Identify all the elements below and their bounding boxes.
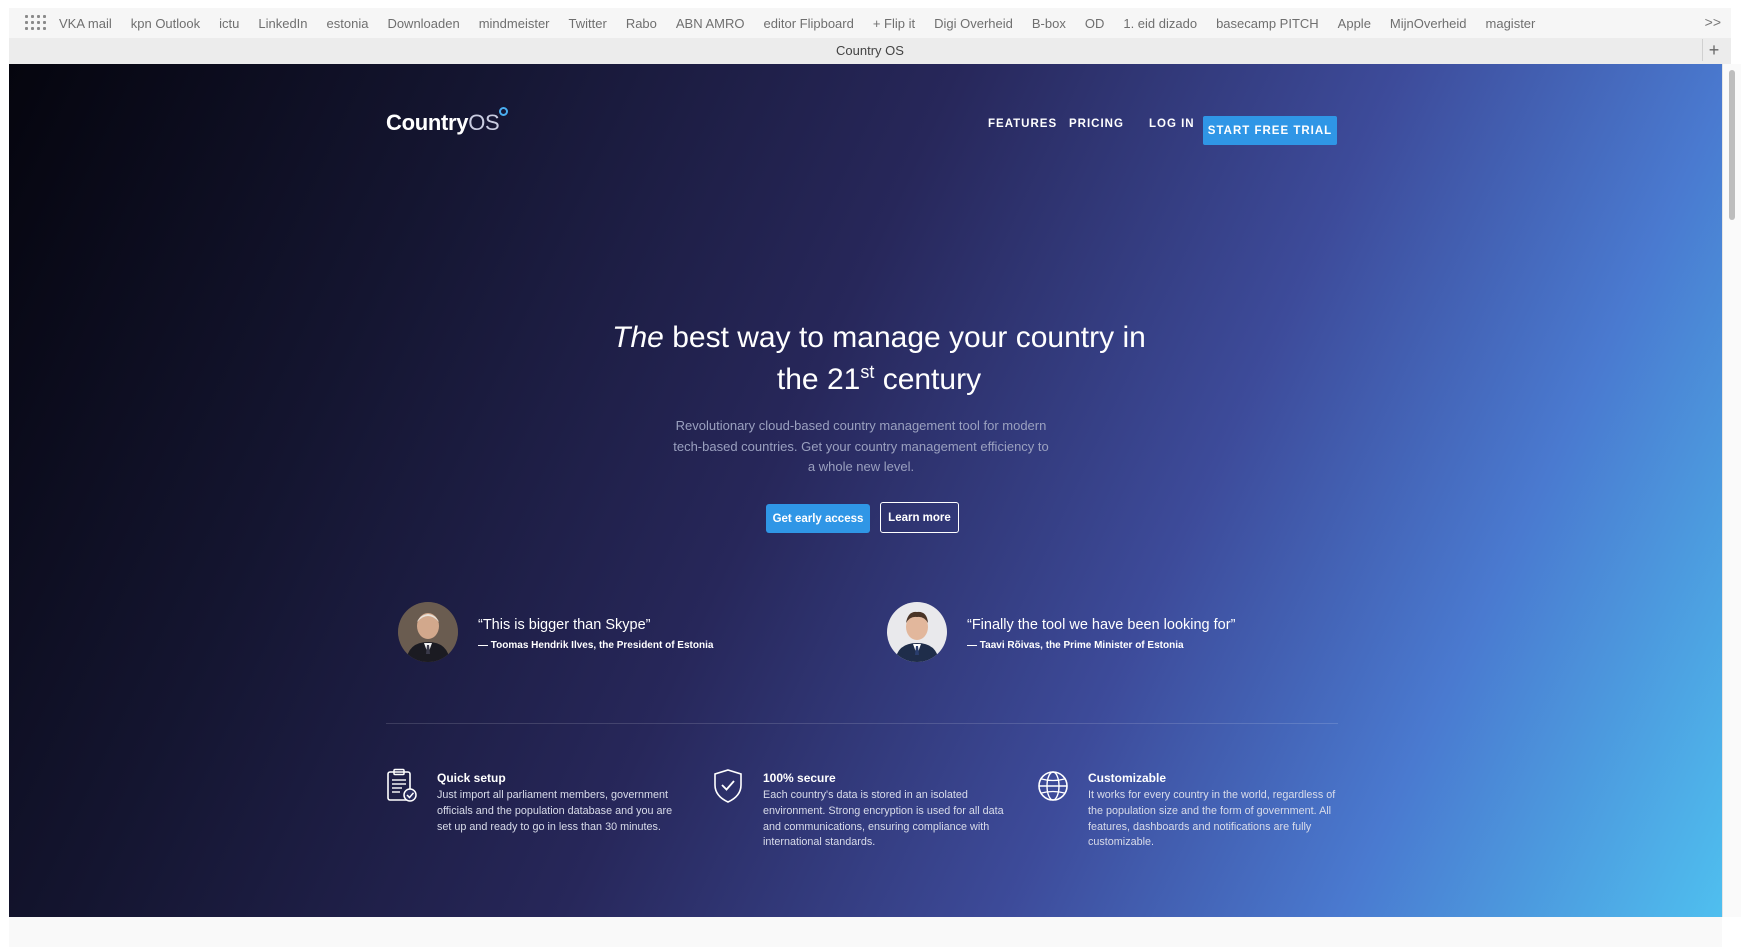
get-early-access-button[interactable]: Get early access — [766, 504, 870, 533]
bookmark-item[interactable]: MijnOverheid — [1390, 16, 1467, 31]
hero-title-sup: st — [860, 362, 875, 382]
bookmark-item[interactable]: ictu — [219, 16, 239, 31]
logo-primary: Country — [386, 110, 469, 135]
bookmark-item[interactable]: Downloaden — [387, 16, 459, 31]
bookmark-item[interactable]: kpn Outlook — [131, 16, 200, 31]
shield-check-icon — [714, 769, 742, 803]
page-below-fold — [9, 917, 1722, 947]
bookmark-item[interactable]: Apple — [1338, 16, 1371, 31]
start-free-trial-button[interactable]: START FREE TRIAL — [1203, 116, 1337, 145]
feature-description: Just import all parliament members, gove… — [437, 789, 673, 833]
bookmark-item[interactable]: estonia — [327, 16, 369, 31]
feature-title: Customizable — [1088, 771, 1167, 785]
feature-title: 100% secure — [763, 771, 836, 785]
scrollbar-thumb[interactable] — [1729, 70, 1735, 220]
globe-icon — [1038, 771, 1068, 801]
feature-description: It works for every country in the world,… — [1088, 789, 1336, 849]
bookmark-item[interactable]: B-box — [1032, 16, 1066, 31]
bookmark-item[interactable]: Twitter — [569, 16, 607, 31]
bookmark-item[interactable]: Digi Overheid — [934, 16, 1013, 31]
hero-title-line2: the 21 — [776, 363, 861, 396]
logo-dot-icon — [499, 107, 509, 116]
tab-country-os[interactable]: Country OS — [9, 43, 1731, 58]
bookmark-item[interactable]: OD — [1085, 16, 1105, 31]
bookmark-item[interactable]: magister — [1486, 16, 1536, 31]
hero-title-rest: best way to manage your country in — [672, 321, 1146, 354]
hero-subtitle: Revolutionary cloud-based country manage… — [673, 418, 1049, 474]
tab-bar: Country OS + — [9, 38, 1731, 65]
bookmark-item[interactable]: Rabo — [626, 16, 657, 31]
bookmarks-bar: VKA mail kpn Outlook ictu LinkedIn eston… — [9, 8, 1731, 39]
testimonial-quote: “Finally the tool we have been looking f… — [967, 617, 1236, 633]
clipboard-check-icon — [387, 768, 417, 802]
learn-more-button[interactable]: Learn more — [880, 502, 959, 533]
nav-pricing[interactable]: PRICING — [1069, 118, 1124, 130]
hero-title-end: century — [882, 363, 982, 396]
bookmark-item[interactable]: LinkedIn — [258, 16, 307, 31]
section-divider — [386, 723, 1338, 724]
bookmark-item[interactable]: mindmeister — [479, 16, 550, 31]
apps-grid-icon[interactable] — [25, 15, 47, 31]
testimonial-quote: “This is bigger than Skype” — [478, 617, 651, 633]
hero-title: The best way to manage your country in t… — [529, 320, 1229, 397]
feature-description: Each country's data is stored in an isol… — [763, 789, 1004, 849]
hero-title-emphasis: The — [612, 321, 664, 354]
bookmark-item[interactable]: 1. eid dizado — [1123, 16, 1197, 31]
bookmark-item[interactable]: editor Flipboard — [764, 16, 854, 31]
bookmark-item[interactable]: basecamp PITCH — [1216, 16, 1319, 31]
bookmark-item[interactable]: ABN AMRO — [676, 16, 745, 31]
testimonial-author: — Taavi Rõivas, the Prime Minister of Es… — [967, 640, 1184, 651]
site-logo[interactable]: CountryOS — [386, 107, 509, 136]
feature-title: Quick setup — [437, 771, 506, 785]
avatar — [887, 602, 947, 662]
bookmarks-overflow-button[interactable]: >> — [1705, 14, 1721, 30]
testimonial-author: — Toomas Hendrik Ilves, the President of… — [478, 640, 714, 651]
bookmark-item[interactable]: + Flip it — [873, 16, 915, 31]
nav-login[interactable]: LOG IN — [1149, 118, 1195, 130]
vertical-scrollbar[interactable] — [1722, 64, 1741, 917]
logo-secondary: OS — [468, 110, 500, 135]
avatar — [398, 602, 458, 662]
page-viewport: CountryOS FEATURES PRICING LOG IN START … — [9, 64, 1722, 917]
prime-minister-portrait-icon — [887, 602, 947, 662]
new-tab-button[interactable]: + — [1702, 39, 1725, 61]
bookmark-item[interactable]: VKA mail — [59, 16, 112, 31]
nav-features[interactable]: FEATURES — [988, 118, 1057, 130]
president-portrait-icon — [398, 602, 458, 662]
